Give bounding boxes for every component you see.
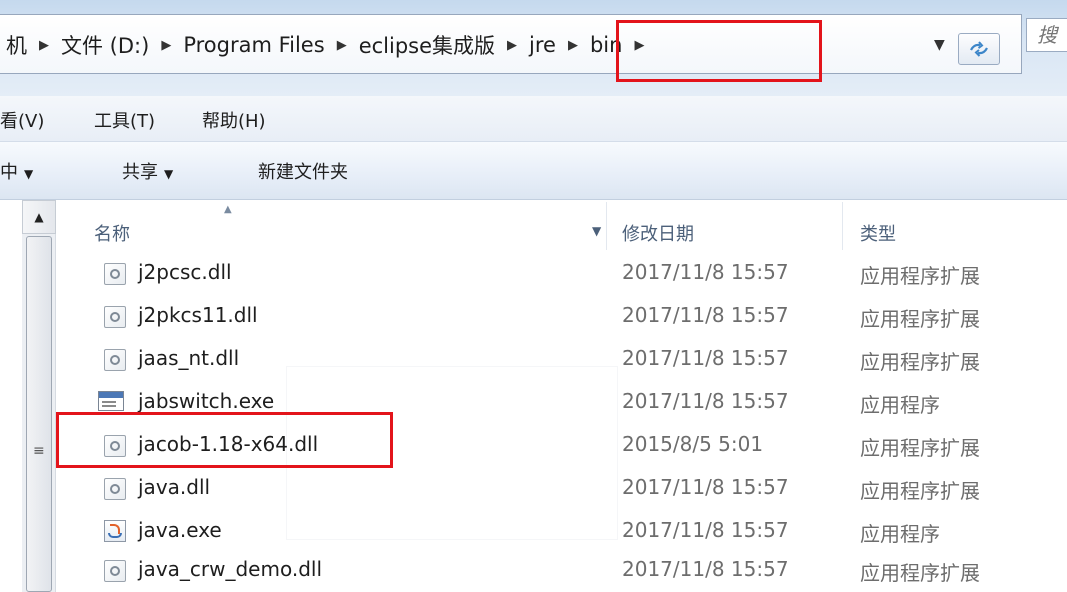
address-history-dropdown-icon[interactable]: ▼ xyxy=(934,37,945,53)
file-type: 应用程序扩展 xyxy=(860,350,980,374)
dll-file-icon xyxy=(104,478,126,500)
file-date: 2017/11/8 15:57 xyxy=(622,475,789,499)
file-row[interactable]: java.dll 2017/11/8 15:57 应用程序扩展 xyxy=(56,467,1067,510)
refresh-icon xyxy=(970,41,988,57)
file-type: 应用程序扩展 xyxy=(860,264,980,288)
column-header-date-modified[interactable]: 修改日期 xyxy=(622,220,694,246)
new-folder-button[interactable]: 新建文件夹 xyxy=(258,158,348,184)
file-name: jaas_nt.dll xyxy=(138,346,240,370)
command-toolbar: 中 ▼ 共享 ▼ 新建文件夹 xyxy=(0,142,1067,200)
crumb-separator-icon[interactable]: ▶ xyxy=(501,38,523,53)
path-highlight-box xyxy=(616,20,822,82)
crumb-program-files[interactable]: Program Files xyxy=(177,33,330,57)
column-filter-dropdown-icon[interactable]: ▼ xyxy=(592,224,601,238)
breadcrumb: 机 ▶ 文件 (D:) ▶ Program Files ▶ eclipse集成版… xyxy=(0,15,650,75)
crumb-separator-icon[interactable]: ▶ xyxy=(33,38,55,53)
address-bar[interactable]: 机 ▶ 文件 (D:) ▶ Program Files ▶ eclipse集成版… xyxy=(0,14,1022,74)
share-button[interactable]: 共享 ▼ xyxy=(122,158,173,184)
file-type: 应用程序 xyxy=(860,522,940,546)
dll-file-icon xyxy=(104,560,126,582)
include-in-library-label: 中 xyxy=(0,162,18,183)
crumb-computer[interactable]: 机 xyxy=(0,30,33,60)
file-type: 应用程序扩展 xyxy=(860,479,980,503)
file-date: 2017/11/8 15:57 xyxy=(622,518,789,542)
column-header-type[interactable]: 类型 xyxy=(860,220,896,246)
file-row[interactable]: j2pkcs11.dll 2017/11/8 15:57 应用程序扩展 xyxy=(56,295,1067,338)
file-date: 2017/11/8 15:57 xyxy=(622,557,789,581)
menu-bar: 看(V) 工具(T) 帮助(H) xyxy=(0,96,1067,142)
column-divider[interactable] xyxy=(606,202,607,250)
sort-ascending-icon: ▲ xyxy=(224,204,232,215)
share-label: 共享 xyxy=(122,162,158,183)
address-bar-region: 机 ▶ 文件 (D:) ▶ Program Files ▶ eclipse集成版… xyxy=(0,0,1067,96)
crumb-separator-icon[interactable]: ▶ xyxy=(562,38,584,53)
file-name: java.dll xyxy=(138,475,211,499)
chevron-down-icon: ▼ xyxy=(24,167,34,181)
column-header-name[interactable]: 名称 xyxy=(94,220,130,246)
file-highlight-box xyxy=(56,412,393,468)
crumb-eclipse[interactable]: eclipse集成版 xyxy=(353,30,501,60)
java-file-icon xyxy=(104,520,126,542)
file-name: java.exe xyxy=(138,518,222,542)
search-box[interactable] xyxy=(1026,18,1067,52)
file-name: java_crw_demo.dll xyxy=(138,557,323,581)
file-row[interactable]: java_crw_demo.dll 2017/11/8 15:57 应用程序扩展 xyxy=(56,549,1067,592)
crumb-drive-d[interactable]: 文件 (D:) xyxy=(55,30,155,60)
scroll-grip-icon: ≡ xyxy=(33,443,45,459)
file-type: 应用程序 xyxy=(860,393,940,417)
menu-view[interactable]: 看(V) xyxy=(0,107,44,133)
file-date: 2017/11/8 15:57 xyxy=(622,260,789,284)
dll-file-icon xyxy=(104,306,126,328)
file-type: 应用程序扩展 xyxy=(860,436,980,460)
menu-help[interactable]: 帮助(H) xyxy=(202,107,266,133)
file-name: j2pcsc.dll xyxy=(138,260,232,284)
scrollbar-thumb[interactable] xyxy=(26,236,52,592)
crumb-separator-icon[interactable]: ▶ xyxy=(331,38,353,53)
file-row[interactable]: j2pcsc.dll 2017/11/8 15:57 应用程序扩展 xyxy=(56,252,1067,295)
scroll-up-arrow-icon[interactable]: ▲ xyxy=(22,200,56,234)
file-name: j2pkcs11.dll xyxy=(138,303,258,327)
crumb-jre[interactable]: jre xyxy=(523,33,562,57)
file-date: 2017/11/8 15:57 xyxy=(622,346,789,370)
include-in-library-button[interactable]: 中 ▼ xyxy=(0,158,33,184)
refresh-button[interactable] xyxy=(958,33,1000,65)
file-date: 2017/11/8 15:57 xyxy=(622,303,789,327)
file-type: 应用程序扩展 xyxy=(860,307,980,331)
search-input[interactable] xyxy=(1027,19,1067,51)
crumb-separator-icon[interactable]: ▶ xyxy=(155,38,177,53)
file-row[interactable]: jaas_nt.dll 2017/11/8 15:57 应用程序扩展 xyxy=(56,338,1067,381)
exe-file-icon xyxy=(98,391,124,411)
file-date: 2015/8/5 5:01 xyxy=(622,432,764,456)
dll-file-icon xyxy=(104,349,126,371)
file-name: jabswitch.exe xyxy=(138,389,275,413)
file-row[interactable]: java.exe 2017/11/8 15:57 应用程序 xyxy=(56,510,1067,553)
file-date: 2017/11/8 15:57 xyxy=(622,389,789,413)
chevron-down-icon: ▼ xyxy=(164,167,174,181)
dll-file-icon xyxy=(104,263,126,285)
column-divider[interactable] xyxy=(842,202,843,250)
menu-tools[interactable]: 工具(T) xyxy=(94,107,155,133)
file-type: 应用程序扩展 xyxy=(860,561,980,585)
